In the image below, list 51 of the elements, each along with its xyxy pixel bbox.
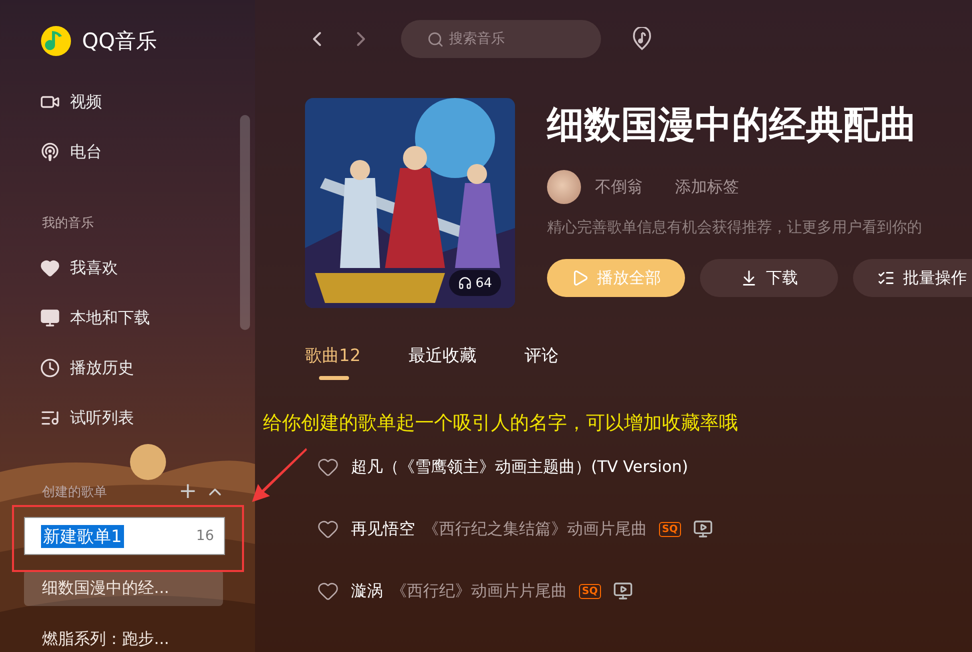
playlist-item[interactable]: 细数国漫中的经... [24,570,223,606]
sidebar-item[interactable]: 试听列表 [24,398,231,438]
scrollbar[interactable] [240,115,250,330]
add-playlist-button[interactable]: + [170,481,205,503]
play-icon [571,269,589,287]
song-title[interactable]: 漩涡 [351,580,383,602]
song-count: 16 [196,528,214,544]
monitor-icon [40,308,60,328]
sidebar-item[interactable]: 播放历史 [24,348,231,388]
clock-icon [40,358,60,378]
checklist-icon [877,269,895,287]
sq-tag: SQ [659,522,681,536]
download-button[interactable]: 下载 [700,259,838,297]
section-heading: 创建的歌单 [42,484,108,501]
search-icon [427,31,444,48]
annotation-text: 给你创建的歌单起一个吸引人的名字，可以增加收藏率哦 [263,411,738,436]
heart-icon [40,258,60,278]
sidebar-item[interactable]: 我喜欢 [24,248,231,288]
arrow-drawing [250,446,310,504]
play-count: 64 [475,276,492,290]
input-field[interactable]: 新建歌单1 16 [24,517,225,555]
sq-tag: SQ [579,584,601,598]
search-field[interactable]: 搜索音乐 [401,20,601,58]
music-tag-icon[interactable] [631,27,653,51]
playlist-title: 细数国漫中的经典配曲 [547,102,918,148]
description: 精心完善歌单信息有机会获得推荐，让更多用户看到你的 [547,218,923,237]
app-name: QQ音乐 [82,28,158,55]
sidebar-item[interactable]: 本地和下载 [24,298,231,338]
heart-icon[interactable] [317,456,339,478]
tab[interactable]: 评论 [524,344,559,380]
section-heading: 我的音乐 [41,215,95,232]
download-icon [740,269,758,287]
heart-icon[interactable] [317,518,339,540]
sidebar-item[interactable]: 电台 [24,132,231,172]
mv-icon[interactable] [612,581,633,601]
creator-name[interactable]: 不倒翁 [595,176,643,198]
tab[interactable]: 歌曲12 [305,344,361,380]
heart-icon[interactable] [317,580,339,602]
song-subtitle: 《西行纪之集结篇》动画片尾曲 [423,518,647,540]
tab[interactable]: 最近收藏 [408,344,477,380]
batch-button[interactable]: 批量操作 [853,259,972,297]
song-subtitle: 《西行纪》动画片片尾曲 [391,580,567,602]
mv-icon[interactable] [692,519,713,539]
song-title[interactable]: 再见悟空 [351,518,415,540]
song-title[interactable]: 超凡（《雪鹰领主》动画主题曲）(TV Version) [351,456,688,478]
add-tag-link[interactable]: 添加标签 [675,176,739,198]
radio-icon [40,142,60,162]
headphones-icon [458,276,472,290]
avatar[interactable] [547,170,581,204]
logo-icon [40,25,72,57]
sidebar-item[interactable]: 视频 [24,82,231,122]
